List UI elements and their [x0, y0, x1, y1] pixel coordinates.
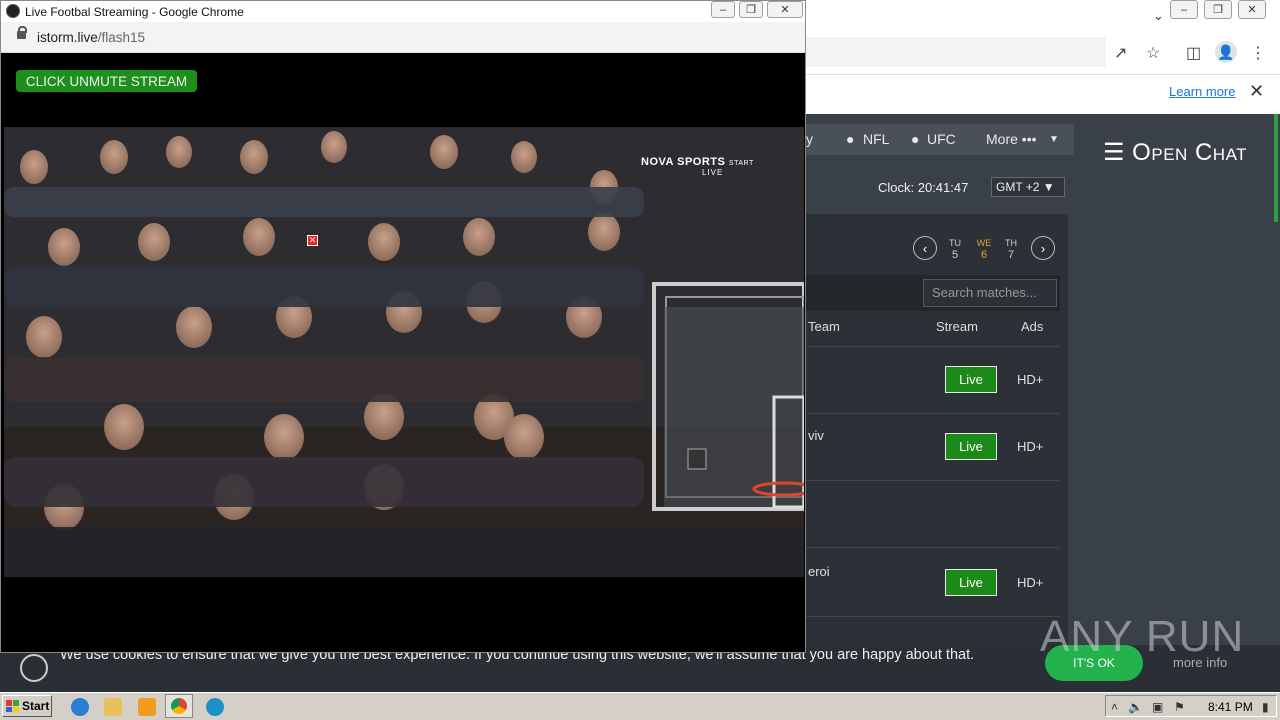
prev-day-icon[interactable]: ‹ [913, 236, 937, 260]
video-player[interactable] [4, 127, 804, 577]
ad-close-icon[interactable]: ✕ [307, 235, 318, 246]
show-desktop-icon[interactable]: ▮ [1262, 700, 1269, 714]
action-center-flag-icon[interactable]: ⚑ [1174, 700, 1185, 714]
restore-icon[interactable]: ❐ [739, 1, 763, 18]
team-name: eroi [808, 564, 830, 579]
ads-quality-label: HD+ [1017, 439, 1044, 454]
tab-search-chevron-icon[interactable]: ⌄ [1153, 8, 1164, 24]
anyrun-watermark: ANY RUN [1040, 612, 1245, 661]
tray-clock[interactable]: 8:41 PM [1208, 700, 1253, 714]
tray-expand-icon[interactable]: ˄ [1111, 700, 1118, 714]
timezone-value: GMT +2 [996, 180, 1040, 194]
start-button[interactable]: Start [2, 695, 52, 717]
team-name: viv [808, 428, 824, 443]
timezone-select[interactable]: GMT +2 ▼ [991, 177, 1065, 197]
minimize-icon[interactable]: – [711, 1, 735, 18]
learn-more-link[interactable]: Learn more [1169, 84, 1235, 99]
ufc-icon: ● [911, 131, 920, 147]
day-wednesday[interactable]: WE 6 [973, 237, 995, 261]
file-explorer-icon[interactable] [104, 698, 122, 716]
caret-down-icon: ▼ [1049, 134, 1059, 145]
live-stream-button[interactable]: Live [945, 366, 997, 393]
clock-display: Clock: 20:41:47 [878, 180, 969, 195]
nav-item-more[interactable]: More ••• [986, 131, 1037, 147]
profile-avatar-icon[interactable]: 👤 [1215, 41, 1237, 63]
live-stream-button[interactable]: Live [945, 569, 997, 596]
day-tuesday[interactable]: TU 5 [944, 237, 966, 261]
day-thursday[interactable]: TH 7 [1000, 237, 1022, 261]
scrollbar-thumb[interactable] [1274, 114, 1278, 222]
unmute-stream-button[interactable]: CLICK UNMUTE STREAM [16, 70, 197, 92]
internet-explorer-icon[interactable] [71, 698, 89, 716]
soccer-ball-icon [6, 4, 20, 18]
network-icon[interactable]: ▣ [1152, 700, 1163, 714]
banner-close-icon[interactable]: ✕ [1249, 81, 1264, 102]
windows-logo-icon [6, 700, 19, 712]
lock-icon [17, 31, 26, 39]
header-stream: Stream [936, 319, 978, 334]
minimize-icon[interactable]: – [1170, 0, 1198, 19]
side-panel-icon[interactable]: ◫ [1186, 43, 1201, 63]
media-player-icon[interactable] [138, 698, 156, 716]
ads-quality-label: HD+ [1017, 372, 1044, 387]
live-stream-button[interactable]: Live [945, 433, 997, 460]
header-ads: Ads [1021, 319, 1044, 334]
menu-kebab-icon[interactable]: ⋮ [1250, 43, 1266, 63]
open-chat-button[interactable]: ☰ Open Chat [1103, 138, 1247, 167]
popup-window-controls: – ❐ ✕ [711, 1, 803, 18]
close-icon[interactable]: ✕ [1238, 0, 1266, 19]
background-address-field[interactable] [806, 37, 1106, 67]
share-icon[interactable]: ↗ [1114, 43, 1127, 63]
search-matches-input[interactable]: Search matches... [923, 279, 1057, 307]
ads-quality-label: HD+ [1017, 575, 1044, 590]
live-indicator: LIVE [702, 168, 724, 177]
crowd-scene [4, 127, 804, 577]
url-path: /flash15 [97, 30, 146, 45]
popup-url[interactable]: istorm.live/flash15 [37, 30, 145, 45]
table-row [806, 481, 1060, 548]
next-day-icon[interactable]: › [1031, 236, 1055, 260]
header-team: Team [808, 319, 840, 334]
nav-item-nfl[interactable]: NFL [863, 131, 889, 147]
url-domain: istorm.live [37, 30, 98, 45]
close-icon[interactable]: ✕ [767, 1, 803, 18]
nav-item-partial[interactable]: y [806, 131, 813, 147]
football-icon: ● [846, 131, 855, 147]
bookmark-star-icon[interactable]: ☆ [1146, 43, 1160, 63]
restore-icon[interactable]: ❐ [1204, 0, 1232, 19]
background-window-controls: – ❐ ✕ [1170, 0, 1266, 19]
volume-icon[interactable]: 🔈 [1128, 700, 1143, 714]
broadcaster-logo: NOVA SPORTS START [641, 156, 754, 168]
chrome-icon [171, 698, 187, 714]
cookie-icon [20, 654, 48, 682]
nav-item-ufc[interactable]: UFC [927, 131, 956, 147]
start-label: Start [22, 699, 50, 713]
chrome-taskbar-button[interactable] [165, 694, 193, 718]
popup-title: Live Footbal Streaming - Google Chrome [25, 5, 244, 19]
edge-icon[interactable] [206, 698, 224, 716]
